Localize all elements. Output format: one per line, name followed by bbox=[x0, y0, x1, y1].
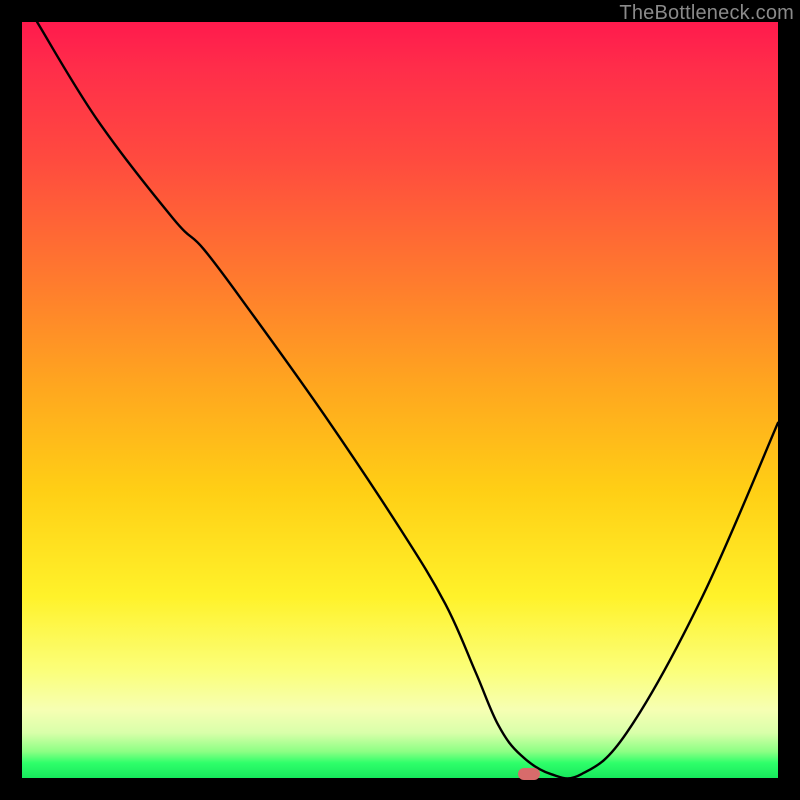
chart-frame: TheBottleneck.com bbox=[0, 0, 800, 800]
optimal-marker bbox=[518, 768, 540, 780]
watermark-text: TheBottleneck.com bbox=[619, 2, 794, 25]
bottleneck-curve bbox=[22, 22, 778, 778]
plot-area bbox=[22, 22, 778, 778]
